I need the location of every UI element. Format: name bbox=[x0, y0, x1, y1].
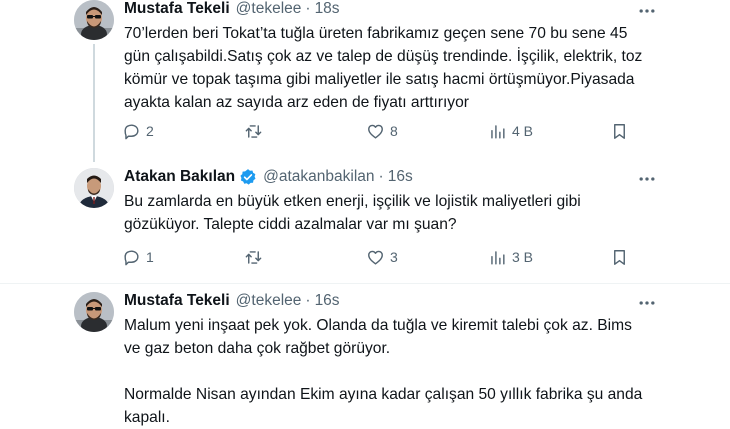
tweet-paragraph: Malum yeni inşaat pek yok. Olanda da tuğ… bbox=[124, 317, 632, 357]
author-handle[interactable]: @atakanbakilan bbox=[263, 168, 374, 186]
avatar[interactable] bbox=[74, 0, 114, 40]
tweet-text: Malum yeni inşaat pek yok. Olanda da tuğ… bbox=[124, 314, 644, 429]
timestamp[interactable]: 18s bbox=[315, 0, 340, 18]
retweet-button[interactable] bbox=[244, 246, 268, 268]
tweet-paragraph: Normalde Nisan ayından Ekim ayına kadar … bbox=[124, 386, 643, 426]
more-options-button[interactable] bbox=[636, 2, 658, 20]
more-options-button[interactable] bbox=[636, 170, 658, 188]
like-button[interactable]: 3 bbox=[366, 246, 398, 268]
avatar[interactable] bbox=[74, 292, 114, 332]
views-count: 4 B bbox=[512, 123, 534, 139]
more-options-button[interactable] bbox=[636, 294, 658, 312]
tweet-header: Mustafa Tekeli @tekelee · 18s bbox=[124, 0, 340, 18]
retweet-button[interactable] bbox=[244, 120, 268, 142]
tweet-paragraph: Bu zamlarda en büyük etken enerji, işçil… bbox=[124, 193, 581, 233]
timestamp[interactable]: 16s bbox=[388, 168, 413, 186]
verified-badge-icon[interactable] bbox=[239, 168, 257, 186]
bookmark-icon bbox=[614, 123, 625, 139]
avatar[interactable] bbox=[74, 168, 114, 208]
tweet-text: Bu zamlarda en büyük etken enerji, işçil… bbox=[124, 190, 644, 236]
author-handle[interactable]: @tekelee bbox=[236, 292, 302, 310]
reply-button[interactable]: 1 bbox=[122, 246, 154, 268]
separator-dot: · bbox=[305, 0, 311, 17]
reply-button[interactable]: 2 bbox=[122, 120, 154, 142]
views-button[interactable]: 4 B bbox=[488, 120, 533, 142]
like-button[interactable]: 8 bbox=[366, 120, 398, 142]
reply-count: 1 bbox=[146, 249, 154, 265]
tweet-actions: 2 8 4 B bbox=[118, 120, 638, 142]
author-name[interactable]: Mustafa Tekeli bbox=[124, 0, 230, 18]
heart-icon bbox=[368, 250, 383, 265]
views-chart-icon bbox=[491, 250, 505, 265]
reply-icon bbox=[124, 123, 139, 139]
reply-icon bbox=[124, 249, 139, 265]
more-icon bbox=[639, 9, 655, 13]
author-handle[interactable]: @tekelee bbox=[236, 0, 302, 18]
tweet-actions: 1 3 3 B bbox=[118, 246, 638, 268]
heart-icon bbox=[368, 124, 383, 139]
tweet-text: 70’lerden beri Tokat’ta tuğla üreten fab… bbox=[124, 22, 644, 114]
bookmark-button[interactable] bbox=[610, 246, 629, 268]
avatar-photo-icon bbox=[74, 292, 114, 332]
timestamp[interactable]: 16s bbox=[315, 292, 340, 310]
more-icon bbox=[639, 177, 655, 181]
views-chart-icon bbox=[491, 124, 505, 139]
tweet-header: Mustafa Tekeli @tekelee · 16s bbox=[124, 292, 340, 310]
views-count: 3 B bbox=[512, 249, 534, 265]
tweet-2[interactable]: Atakan Bakılan @atakanbakilan · 16s Bu z… bbox=[0, 168, 730, 288]
tweet-3[interactable]: Mustafa Tekeli @tekelee · 16s Malum yeni… bbox=[0, 292, 730, 426]
reply-count: 2 bbox=[146, 123, 154, 139]
tweet-header: Atakan Bakılan @atakanbakilan · 16s bbox=[124, 168, 413, 186]
like-count: 3 bbox=[390, 249, 398, 265]
separator-dot: · bbox=[378, 168, 384, 185]
thread-line bbox=[93, 44, 95, 162]
tweet-1[interactable]: Mustafa Tekeli @tekelee · 18s 70’lerden … bbox=[0, 0, 730, 162]
bookmark-icon bbox=[614, 249, 625, 265]
tweet-paragraph: 70’lerden beri Tokat’ta tuğla üreten fab… bbox=[124, 25, 643, 111]
avatar-photo-icon bbox=[74, 0, 114, 40]
more-icon bbox=[639, 301, 655, 305]
retweet-icon bbox=[245, 250, 262, 264]
retweet-icon bbox=[245, 124, 262, 138]
separator-dot: · bbox=[305, 292, 311, 309]
bookmark-button[interactable] bbox=[610, 120, 629, 142]
avatar-photo-icon bbox=[74, 168, 114, 208]
tweet-divider bbox=[0, 283, 730, 284]
author-name[interactable]: Mustafa Tekeli bbox=[124, 292, 230, 310]
like-count: 8 bbox=[390, 123, 398, 139]
views-button[interactable]: 3 B bbox=[488, 246, 533, 268]
author-name[interactable]: Atakan Bakılan bbox=[124, 168, 235, 186]
